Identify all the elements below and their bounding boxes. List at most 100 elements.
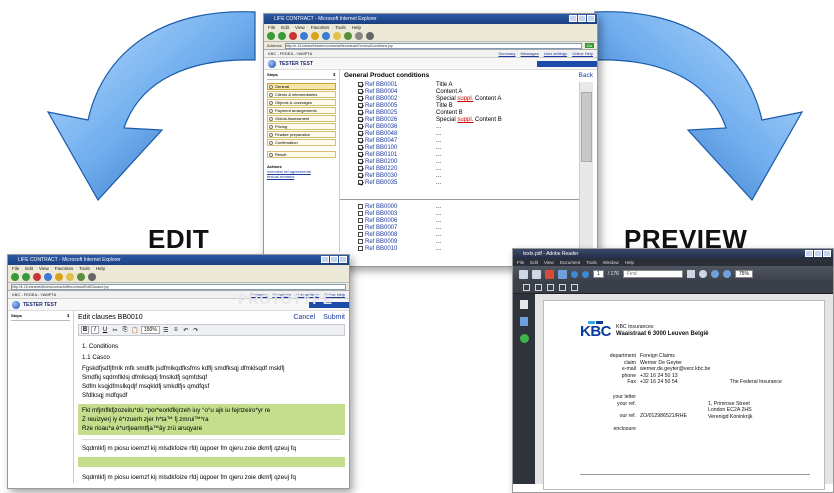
bold-button[interactable]: B bbox=[81, 326, 89, 334]
menu-view[interactable]: View bbox=[544, 259, 554, 266]
zoom-out-icon[interactable] bbox=[722, 270, 731, 278]
favorites-icon[interactable] bbox=[66, 273, 74, 281]
condition-ref-link[interactable]: Ref BB0003 bbox=[365, 211, 397, 217]
menu-edit[interactable]: Edit bbox=[530, 259, 538, 266]
page-input[interactable]: 1 bbox=[593, 270, 604, 278]
address-input[interactable]: http://ir-16.intranet/kbcim/contracts/li… bbox=[284, 42, 582, 49]
maximize-button[interactable] bbox=[814, 250, 822, 257]
condition-ref[interactable]: Ref BB0001 bbox=[358, 82, 436, 89]
maximize-button[interactable] bbox=[330, 256, 338, 263]
condition-checkbox[interactable] bbox=[358, 173, 363, 178]
condition-checkbox[interactable] bbox=[358, 246, 363, 251]
comment-icon[interactable] bbox=[558, 269, 567, 279]
condition-checkbox[interactable] bbox=[358, 131, 363, 136]
condition-checkbox[interactable] bbox=[358, 124, 363, 129]
condition-checkbox[interactable] bbox=[358, 103, 363, 108]
menu-favorites[interactable]: Favorites bbox=[311, 24, 330, 31]
supplement-link[interactable]: suppl. bbox=[457, 117, 473, 123]
condition-ref-link[interactable]: Ref BB0001 bbox=[365, 82, 397, 88]
scrollbar[interactable] bbox=[579, 82, 593, 258]
prev-page-icon[interactable] bbox=[571, 270, 578, 278]
condition-ref[interactable]: Ref BB0026 bbox=[358, 117, 436, 124]
search-icon[interactable] bbox=[322, 32, 330, 40]
pages-panel-icon[interactable] bbox=[520, 300, 528, 309]
condition-ref-link[interactable]: Ref BB0036 bbox=[365, 124, 397, 130]
stop-icon[interactable] bbox=[33, 273, 41, 281]
forward-icon[interactable] bbox=[278, 32, 286, 40]
stop-icon[interactable] bbox=[289, 32, 297, 40]
condition-ref[interactable]: Ref BB0047 bbox=[358, 138, 436, 145]
cut-icon[interactable]: ✂ bbox=[111, 327, 119, 334]
cancel-link[interactable]: Cancel bbox=[293, 314, 315, 321]
copy-icon[interactable]: ⎘ bbox=[121, 327, 129, 334]
menu-help[interactable]: Help bbox=[352, 24, 361, 31]
condition-ref[interactable]: Ref BB0035 bbox=[358, 180, 436, 187]
supplement-link[interactable]: suppl. bbox=[457, 96, 473, 102]
condition-ref-link[interactable]: Ref BB0100 bbox=[365, 145, 397, 151]
condition-checkbox[interactable] bbox=[358, 152, 363, 157]
step-item[interactable]: Pricing bbox=[267, 123, 336, 130]
condition-ref-link[interactable]: Ref BB0005 bbox=[365, 103, 397, 109]
menu-tools[interactable]: Tools bbox=[79, 265, 90, 272]
menu-tools[interactable]: Tools bbox=[335, 24, 346, 31]
condition-ref-link[interactable]: Ref BB0000 bbox=[365, 204, 397, 210]
back-icon[interactable] bbox=[267, 32, 275, 40]
print-icon[interactable] bbox=[366, 32, 374, 40]
condition-ref[interactable]: Ref BB0200 bbox=[358, 159, 436, 166]
condition-ref-link[interactable]: Ref BB0220 bbox=[365, 166, 397, 172]
close-button[interactable] bbox=[587, 15, 595, 22]
condition-ref-link[interactable]: Ref BB0007 bbox=[365, 225, 397, 231]
condition-ref[interactable]: Ref BB0006 bbox=[358, 218, 436, 225]
next-page-icon[interactable] bbox=[582, 270, 589, 278]
condition-checkbox[interactable] bbox=[358, 232, 363, 237]
condition-ref-link[interactable]: Ref BB0101 bbox=[365, 152, 397, 158]
back-link[interactable]: Back bbox=[579, 72, 593, 79]
media-icon[interactable] bbox=[344, 32, 352, 40]
condition-ref-link[interactable]: Ref BB0035 bbox=[365, 180, 397, 186]
condition-ref-link[interactable]: Ref BB0008 bbox=[365, 232, 397, 238]
redo-icon[interactable]: ↷ bbox=[192, 327, 200, 334]
select-tool-icon[interactable] bbox=[686, 270, 695, 278]
condition-checkbox[interactable] bbox=[358, 159, 363, 164]
menu-view[interactable]: View bbox=[295, 24, 305, 31]
undo-icon[interactable]: ↶ bbox=[182, 327, 190, 334]
condition-checkbox[interactable] bbox=[358, 180, 363, 185]
close-button[interactable] bbox=[339, 256, 347, 263]
go-button[interactable]: Go bbox=[584, 43, 594, 48]
step-item[interactable]: Finalize preparation bbox=[267, 131, 336, 138]
menu-view[interactable]: View bbox=[39, 265, 49, 272]
home-icon[interactable] bbox=[311, 32, 319, 40]
action-textual-remarks[interactable]: textual remarks bbox=[267, 174, 336, 179]
menu-file[interactable]: File bbox=[12, 265, 19, 272]
condition-ref[interactable]: Ref BB0005 bbox=[358, 103, 436, 110]
menu-file[interactable]: File bbox=[517, 259, 524, 266]
condition-ref-link[interactable]: Ref BB0002 bbox=[365, 96, 397, 102]
step-item[interactable]: Result bbox=[267, 151, 336, 158]
list-icon[interactable]: ≡ bbox=[172, 327, 180, 333]
underline-button[interactable]: U bbox=[101, 327, 109, 333]
menu-file[interactable]: File bbox=[268, 24, 275, 31]
favorites-icon[interactable] bbox=[333, 32, 341, 40]
condition-ref[interactable]: Ref BB0101 bbox=[358, 152, 436, 159]
condition-ref[interactable]: Ref BB0010 bbox=[358, 246, 436, 253]
fit-width-icon[interactable] bbox=[535, 284, 542, 291]
condition-ref[interactable]: Ref BB0003 bbox=[358, 211, 436, 218]
minimize-button[interactable] bbox=[805, 250, 813, 257]
condition-ref[interactable]: Ref BB0100 bbox=[358, 145, 436, 152]
align-left-icon[interactable]: ☰ bbox=[162, 327, 170, 334]
user-settings-link[interactable]: User settings bbox=[544, 51, 567, 56]
condition-checkbox[interactable] bbox=[358, 225, 363, 230]
refresh-icon[interactable] bbox=[300, 32, 308, 40]
condition-checkbox[interactable] bbox=[358, 110, 363, 115]
condition-ref-link[interactable]: Ref BB0010 bbox=[365, 246, 397, 252]
home-icon[interactable] bbox=[55, 273, 63, 281]
summary-link[interactable]: Summary bbox=[498, 51, 515, 56]
two-page-icon[interactable] bbox=[559, 284, 566, 291]
messages-link[interactable]: Messages bbox=[521, 51, 539, 56]
menu-edit[interactable]: Edit bbox=[281, 24, 289, 31]
submit-link[interactable]: Submit bbox=[323, 314, 345, 321]
condition-ref-link[interactable]: Ref BB0006 bbox=[365, 218, 397, 224]
condition-ref-link[interactable]: Ref BB0048 bbox=[365, 131, 397, 137]
hand-tool-icon[interactable] bbox=[698, 270, 707, 278]
sign-icon[interactable] bbox=[545, 269, 554, 279]
